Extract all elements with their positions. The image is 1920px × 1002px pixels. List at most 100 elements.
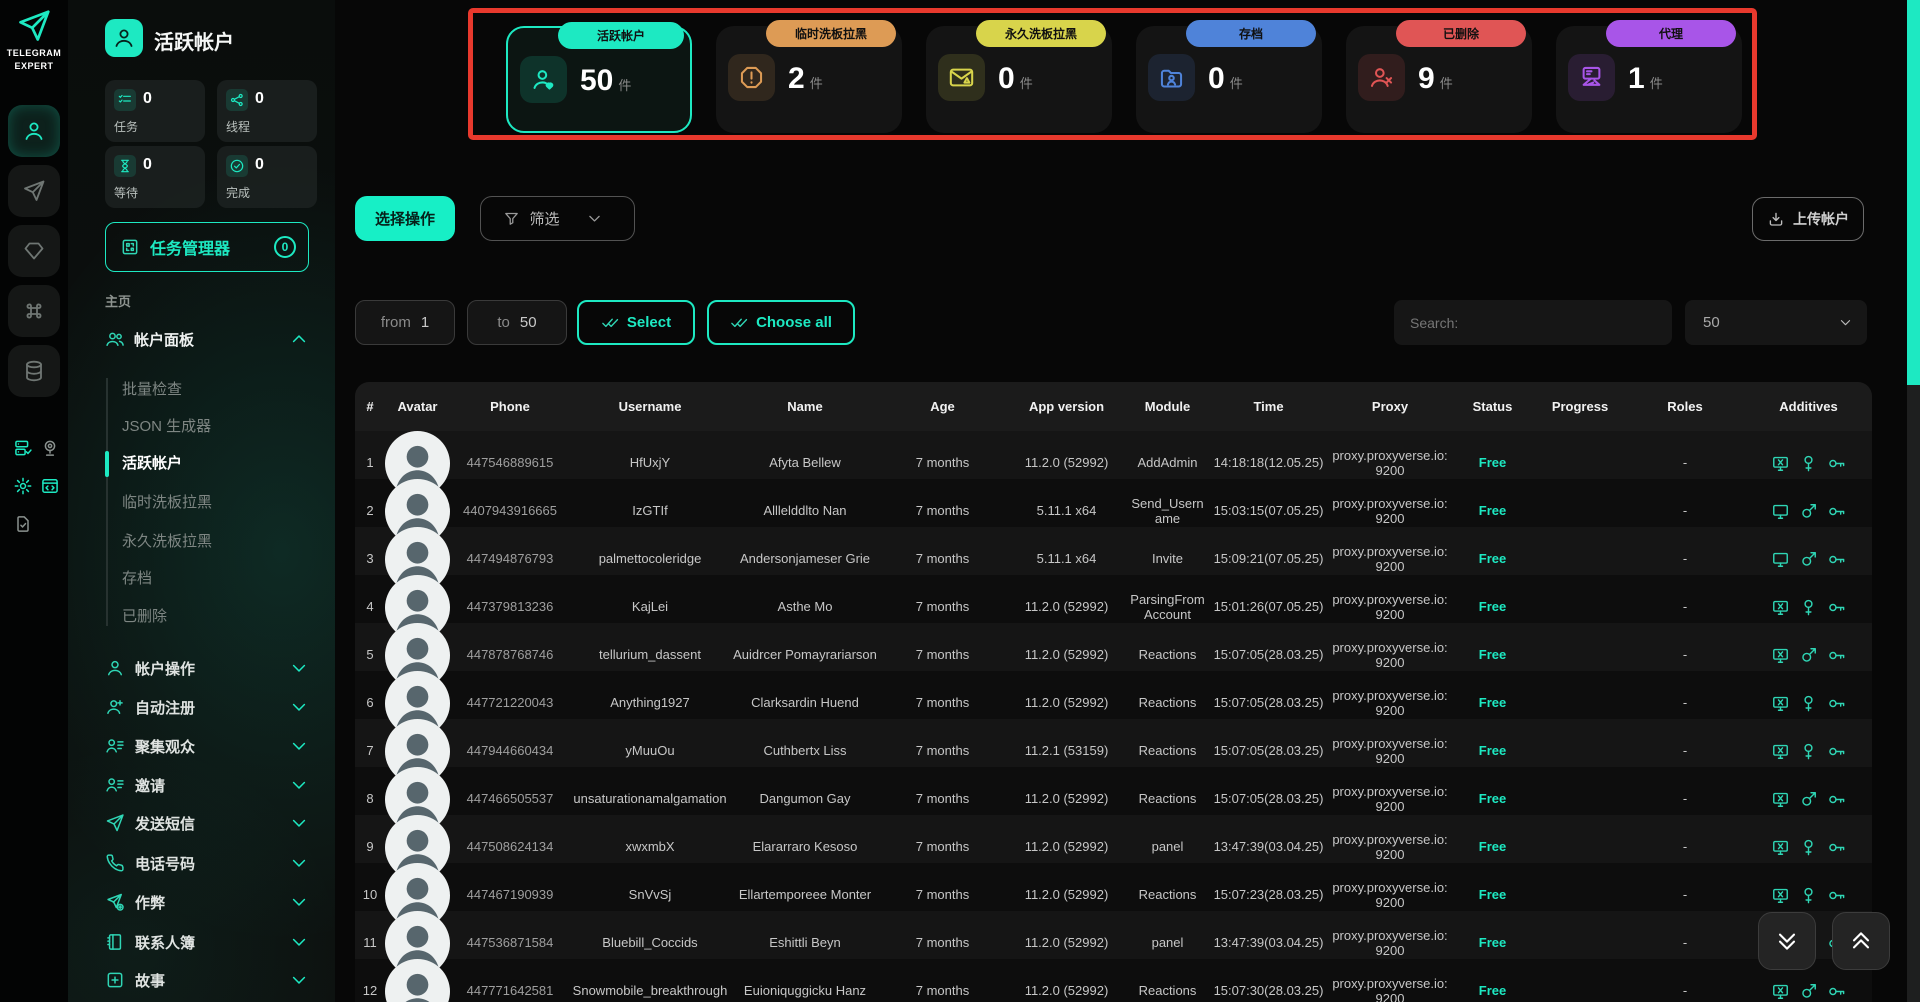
select-button[interactable]: Select [577, 300, 695, 345]
rail-button-accounts[interactable] [8, 105, 60, 157]
rail-button-database[interactable] [8, 345, 60, 397]
range-to-input[interactable]: to 50 [467, 300, 567, 345]
male-icon[interactable] [1799, 982, 1818, 1001]
stat-card-3[interactable]: 永久洗板拉黑0件 [926, 26, 1112, 133]
table-row[interactable]: 12447771642581Snowmobile_breakthroughEui… [355, 959, 1872, 1002]
search-input[interactable] [1394, 300, 1672, 345]
sidebar-group-4[interactable]: 邀请 [105, 770, 311, 800]
key-icon[interactable] [1827, 982, 1846, 1001]
monitor-x-icon[interactable] [1771, 454, 1790, 473]
key-icon[interactable] [1827, 838, 1846, 857]
select-action-button[interactable]: 选择操作 [355, 196, 455, 241]
cell-wrap: Alllelddlto Nan [730, 504, 880, 519]
monitor-x-icon[interactable] [1771, 886, 1790, 905]
sidebar-group-2[interactable]: 自动注册 [105, 692, 311, 722]
sidebar-group-1[interactable]: 帐户操作 [105, 653, 311, 683]
female-icon[interactable] [1799, 694, 1818, 713]
scrollbar-thumb[interactable] [1907, 0, 1920, 385]
upload-accounts-button[interactable]: 上传帐户 [1752, 197, 1864, 241]
task-manager-button[interactable]: 任务管理器 0 [105, 222, 309, 272]
stat-card-2[interactable]: 临时洗板拉黑2件 [716, 26, 902, 133]
monitor-x-icon[interactable] [1771, 646, 1790, 665]
table-row[interactable]: 24407943916665IzGTIfAlllelddlto Nan7 mon… [355, 479, 1872, 527]
key-icon[interactable] [1827, 550, 1846, 569]
monitor-x-icon[interactable] [1771, 742, 1790, 761]
settings-icon[interactable] [13, 476, 33, 496]
cell-wrap: Cuthbertx Liss [730, 744, 880, 759]
webcam-icon[interactable] [40, 438, 60, 458]
sidebar-subitem-3[interactable]: 活跃帐户 [122, 452, 182, 476]
sidebar-subitem-7[interactable]: 已删除 [122, 605, 167, 629]
swap-icon[interactable]: undefined [40, 514, 60, 534]
key-icon[interactable] [1827, 502, 1846, 521]
stat-card-5[interactable]: 已删除9件 [1346, 26, 1532, 133]
table-row[interactable]: 1447546889615HfUxjYAfyta Bellew7 months1… [355, 431, 1872, 479]
code-window-icon[interactable] [40, 476, 60, 496]
monitor-x-icon[interactable] [1771, 838, 1790, 857]
female-icon[interactable] [1799, 454, 1818, 473]
document-check-icon[interactable] [13, 514, 33, 534]
double-check-icon [730, 314, 748, 332]
stat-card-6[interactable]: 代理1件 [1556, 26, 1742, 133]
app-window: TELEGRAM EXPERT undefined 活跃帐户 0任务0线程0等待… [0, 0, 1920, 1002]
sidebar-item-account-panel[interactable]: 帐户面板 [105, 326, 311, 352]
key-icon[interactable] [1827, 454, 1846, 473]
key-icon[interactable] [1827, 646, 1846, 665]
scroll-to-top-button[interactable] [1832, 912, 1890, 970]
table-row[interactable]: 3447494876793palmettocoleridgeAndersonja… [355, 527, 1872, 575]
rail-button-commands[interactable] [8, 285, 60, 337]
sidebar-subitem-6[interactable]: 存档 [122, 567, 152, 591]
sidebar-group-3[interactable]: 聚集观众 [105, 731, 311, 761]
sidebar-group-8[interactable]: 联系人簿 [105, 927, 311, 957]
sidebar-group-6[interactable]: 电话号码 [105, 848, 311, 878]
monitor-x-icon[interactable] [1771, 790, 1790, 809]
table-row[interactable]: 6447721220043Anything1927Clarksardin Hue… [355, 671, 1872, 719]
female-icon[interactable] [1799, 838, 1818, 857]
table-row[interactable]: 11447536871584Bluebill_CoccidsEshittli B… [355, 911, 1872, 959]
male-icon[interactable] [1799, 550, 1818, 569]
sidebar-subitem-2[interactable]: JSON 生成器 [122, 415, 211, 439]
monitor-icon[interactable] [1771, 502, 1790, 521]
monitor-x-icon[interactable] [1771, 982, 1790, 1001]
female-icon[interactable] [1799, 598, 1818, 617]
monitor-icon[interactable] [1771, 550, 1790, 569]
sidebar-subitem-1[interactable]: 批量检查 [122, 378, 182, 402]
sidebar-subitem-4[interactable]: 临时洗板拉黑 [122, 491, 212, 515]
table-row[interactable]: 5447878768746tellurium_dassentAuidrcer P… [355, 623, 1872, 671]
male-icon[interactable] [1799, 790, 1818, 809]
stat-card-value: 50件 [580, 64, 631, 98]
table-row[interactable]: 8447466505537unsaturationamalgamationDan… [355, 767, 1872, 815]
choose-all-button[interactable]: Choose all [707, 300, 855, 345]
table-row[interactable]: 7447944660434yMuuOuCuthbertx Liss7 month… [355, 719, 1872, 767]
chevron-down-icon [586, 210, 603, 227]
stat-card-1[interactable]: 活跃帐户50件 [506, 26, 692, 133]
filter-dropdown[interactable]: 筛选 [480, 196, 635, 241]
sidebar-subitem-5[interactable]: 永久洗板拉黑 [122, 530, 212, 554]
table-row[interactable]: 4447379813236KajLeiAsthe Mo7 months11.2.… [355, 575, 1872, 623]
scroll-to-bottom-button[interactable] [1758, 912, 1816, 970]
scrollbar-track[interactable] [1907, 0, 1920, 1002]
male-icon[interactable] [1799, 646, 1818, 665]
sidebar-group-5[interactable]: 发送短信 [105, 808, 311, 838]
cell-age: 7 months [880, 792, 1005, 807]
female-icon[interactable] [1799, 886, 1818, 905]
sidebar-group-9[interactable]: 故事 [105, 965, 311, 995]
male-icon[interactable] [1799, 502, 1818, 521]
rail-button-sender[interactable] [8, 165, 60, 217]
table-row[interactable]: 9447508624134xwxmbXElararraro Kesoso7 mo… [355, 815, 1872, 863]
key-icon[interactable] [1827, 598, 1846, 617]
monitor-x-icon[interactable] [1771, 598, 1790, 617]
key-icon[interactable] [1827, 886, 1846, 905]
sidebar-group-7[interactable]: 作弊 [105, 887, 311, 917]
table-row[interactable]: 10447467190939SnVvSjEllartemporeee Monte… [355, 863, 1872, 911]
key-icon[interactable] [1827, 742, 1846, 761]
stat-card-4[interactable]: 存档0件 [1136, 26, 1322, 133]
server-check-icon[interactable] [13, 438, 33, 458]
page-size-select[interactable]: 50 [1685, 300, 1867, 345]
rail-button-premium[interactable] [8, 225, 60, 277]
range-from-input[interactable]: from 1 [355, 300, 455, 345]
key-icon[interactable] [1827, 790, 1846, 809]
monitor-x-icon[interactable] [1771, 694, 1790, 713]
female-icon[interactable] [1799, 742, 1818, 761]
key-icon[interactable] [1827, 694, 1846, 713]
